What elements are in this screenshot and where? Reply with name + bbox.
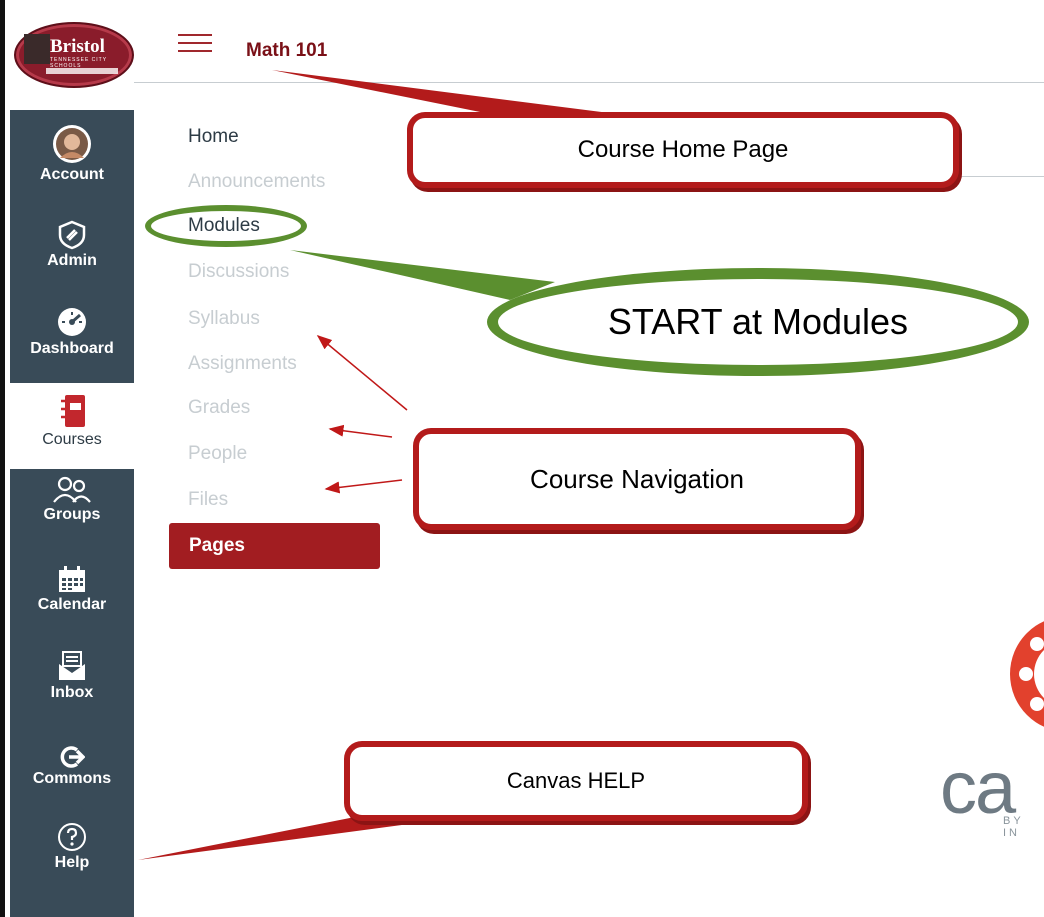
canvas-logo: ca BY IN xyxy=(940,610,1044,840)
canvas-logo-mark xyxy=(1010,621,1044,727)
canvas-help-callout: Canvas HELP xyxy=(344,741,808,821)
nav-label-admin: Admin xyxy=(47,252,97,269)
course-nav-pages[interactable]: Pages xyxy=(169,523,380,569)
shield-icon xyxy=(58,220,86,250)
window-edge xyxy=(0,0,5,917)
nav-arrow-grades xyxy=(328,424,393,438)
nav-label-account: Account xyxy=(40,166,104,183)
nav-label-calendar: Calendar xyxy=(37,596,107,613)
calendar-icon xyxy=(59,566,85,592)
nav-commons[interactable]: Commons xyxy=(10,746,134,802)
course-nav-grades[interactable]: Grades xyxy=(188,397,250,419)
course-navigation-callout: Course Navigation xyxy=(413,428,861,530)
nav-courses[interactable]: Courses xyxy=(10,383,134,469)
global-nav: Bristol TENNESSEE CITY SCHOOLS Account A… xyxy=(10,0,134,917)
groups-icon xyxy=(53,476,91,503)
logo-text: Bristol xyxy=(50,36,105,57)
nav-dashboard[interactable]: Dashboard xyxy=(10,306,134,374)
course-nav-people[interactable]: People xyxy=(188,443,247,465)
course-home-page-callout: Course Home Page xyxy=(407,112,959,188)
school-logo[interactable]: Bristol TENNESSEE CITY SCHOOLS xyxy=(10,0,134,110)
nav-label-help: Help xyxy=(54,854,90,871)
course-navigation-text: Course Navigation xyxy=(530,463,744,494)
course-home-page-text: Course Home Page xyxy=(577,136,789,163)
avatar xyxy=(53,125,91,163)
start-at-modules-text: START at Modules xyxy=(607,301,909,342)
canvas-byline: BY IN xyxy=(1003,815,1024,839)
inbox-icon xyxy=(59,651,85,680)
course-nav-files[interactable]: Files xyxy=(188,489,228,511)
logo-emblem: Bristol TENNESSEE CITY SCHOOLS xyxy=(14,22,134,88)
nav-inbox[interactable]: Inbox xyxy=(10,650,134,716)
nav-label-commons: Commons xyxy=(32,770,112,787)
commons-icon xyxy=(60,746,85,768)
nav-label-dashboard: Dashboard xyxy=(30,340,114,357)
nav-calendar[interactable]: Calendar xyxy=(10,566,134,628)
nav-label-inbox: Inbox xyxy=(50,684,94,701)
nav-label-groups: Groups xyxy=(43,506,101,523)
nav-arrow-people xyxy=(324,479,403,494)
nav-help[interactable]: Help xyxy=(10,822,134,884)
course-nav-assignments[interactable]: Assignments xyxy=(188,353,297,375)
modules-highlight-oval xyxy=(145,205,307,247)
hamburger-menu-icon[interactable] xyxy=(178,34,212,52)
start-at-modules-callout: START at Modules xyxy=(487,268,1029,376)
nav-groups[interactable]: Groups xyxy=(10,476,134,540)
canvas-help-text: Canvas HELP xyxy=(506,768,646,793)
logo-stripe xyxy=(46,68,118,74)
course-nav-home[interactable]: Home xyxy=(188,126,239,148)
modules-pointer xyxy=(290,250,555,300)
course-nav-announcements[interactable]: Announcements xyxy=(188,171,325,193)
nav-arrow-syllabus xyxy=(316,335,408,411)
nav-label-courses: Courses xyxy=(42,431,102,448)
content-divider xyxy=(955,176,1044,177)
course-header: Math 101 xyxy=(134,0,1044,83)
schoolhouse-icon xyxy=(24,34,50,64)
help-icon xyxy=(58,823,86,851)
courses-icon xyxy=(61,395,85,427)
course-title[interactable]: Math 101 xyxy=(246,40,327,62)
course-nav-syllabus[interactable]: Syllabus xyxy=(188,308,260,330)
course-nav-discussions[interactable]: Discussions xyxy=(188,261,289,283)
nav-account[interactable]: Account xyxy=(10,124,134,196)
nav-admin[interactable]: Admin xyxy=(10,220,134,282)
course-nav-pages-label: Pages xyxy=(189,535,245,556)
dashboard-icon xyxy=(58,308,86,336)
